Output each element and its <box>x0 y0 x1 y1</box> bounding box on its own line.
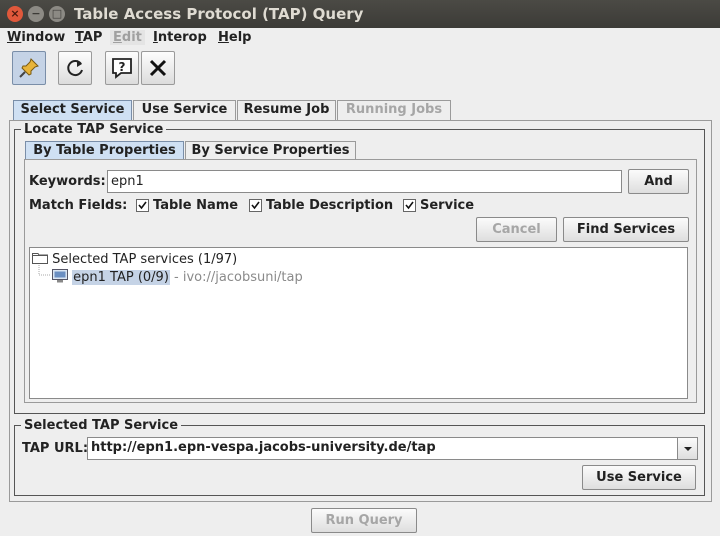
monitor-icon <box>52 269 68 283</box>
services-tree[interactable]: Selected TAP services (1/97) epn1 TAP (0… <box>29 247 688 399</box>
reload-button[interactable] <box>58 51 92 85</box>
menu-edit[interactable]: Edit <box>110 30 145 45</box>
locate-group-title: Locate TAP Service <box>24 122 164 137</box>
pin-icon <box>19 58 39 78</box>
folder-icon <box>32 253 48 264</box>
tap-url-dropdown-button[interactable] <box>677 438 697 459</box>
tree-connector <box>38 265 51 276</box>
svg-text:?: ? <box>119 60 126 74</box>
close-button[interactable] <box>141 51 175 85</box>
window-title: Table Access Protocol (TAP) Query <box>74 5 364 23</box>
subtab-by-table-properties[interactable]: By Table Properties <box>25 141 184 161</box>
table-description-checkbox[interactable] <box>249 199 262 212</box>
service-label: Service <box>420 198 475 213</box>
service-ivo-url: - ivo://jacobsuni/tap <box>169 270 303 285</box>
tree-root-node[interactable]: Selected TAP services (1/97) <box>32 251 237 267</box>
tab-running-jobs[interactable]: Running Jobs <box>337 100 451 120</box>
tab-select-service[interactable]: Select Service <box>13 100 132 120</box>
menu-help[interactable]: Help <box>218 30 251 45</box>
tab-use-service[interactable]: Use Service <box>133 100 236 120</box>
reload-icon <box>67 60 83 77</box>
tap-url-label: TAP URL: <box>22 441 89 456</box>
chevron-down-icon <box>684 447 692 451</box>
menu-interop[interactable]: Interop <box>153 30 207 45</box>
check-icon <box>405 201 414 210</box>
table-description-label: Table Description <box>266 198 394 213</box>
window-maximize-button[interactable]: □ <box>49 6 65 22</box>
use-service-button[interactable]: Use Service <box>582 465 696 490</box>
table-name-checkbox[interactable] <box>136 199 149 212</box>
run-query-button[interactable]: Run Query <box>311 508 417 533</box>
help-button[interactable]: ? <box>105 51 139 85</box>
and-button[interactable]: And <box>628 169 689 194</box>
help-icon: ? <box>112 58 132 79</box>
tap-url-value: http://epn1.epn-vespa.jacobs-university.… <box>91 440 436 455</box>
table-name-label: Table Name <box>153 198 239 213</box>
match-fields-label: Match Fields: <box>29 198 128 213</box>
check-icon <box>138 201 147 210</box>
service-checkbox[interactable] <box>403 199 416 212</box>
close-icon <box>149 59 167 77</box>
menu-bar: Window TAP Edit Interop Help <box>0 28 720 48</box>
menu-tap[interactable]: TAP <box>75 30 102 45</box>
tree-service-node[interactable]: epn1 TAP (0/9) - ivo://jacobsuni/tap <box>52 269 303 285</box>
check-icon <box>251 201 260 210</box>
window-close-button[interactable]: × <box>7 6 23 22</box>
title-bar: × − □ Table Access Protocol (TAP) Query <box>0 0 720 28</box>
window-minimize-button[interactable]: − <box>28 6 44 22</box>
keywords-label: Keywords: <box>29 174 106 189</box>
tree-root-label: Selected TAP services (1/97) <box>52 252 238 267</box>
subtab-by-service-properties[interactable]: By Service Properties <box>185 141 356 161</box>
tap-url-combo[interactable]: http://epn1.epn-vespa.jacobs-university.… <box>87 437 698 460</box>
find-services-button[interactable]: Find Services <box>563 217 689 242</box>
pin-button[interactable] <box>12 51 46 85</box>
service-name: epn1 TAP (0/9) <box>72 270 170 285</box>
tab-resume-job[interactable]: Resume Job <box>237 100 336 120</box>
selected-group-title: Selected TAP Service <box>24 418 179 433</box>
menu-window[interactable]: Window <box>7 30 65 45</box>
toolbar: ? <box>0 48 720 90</box>
keywords-input[interactable]: epn1 <box>107 170 622 193</box>
cancel-button[interactable]: Cancel <box>476 217 557 242</box>
